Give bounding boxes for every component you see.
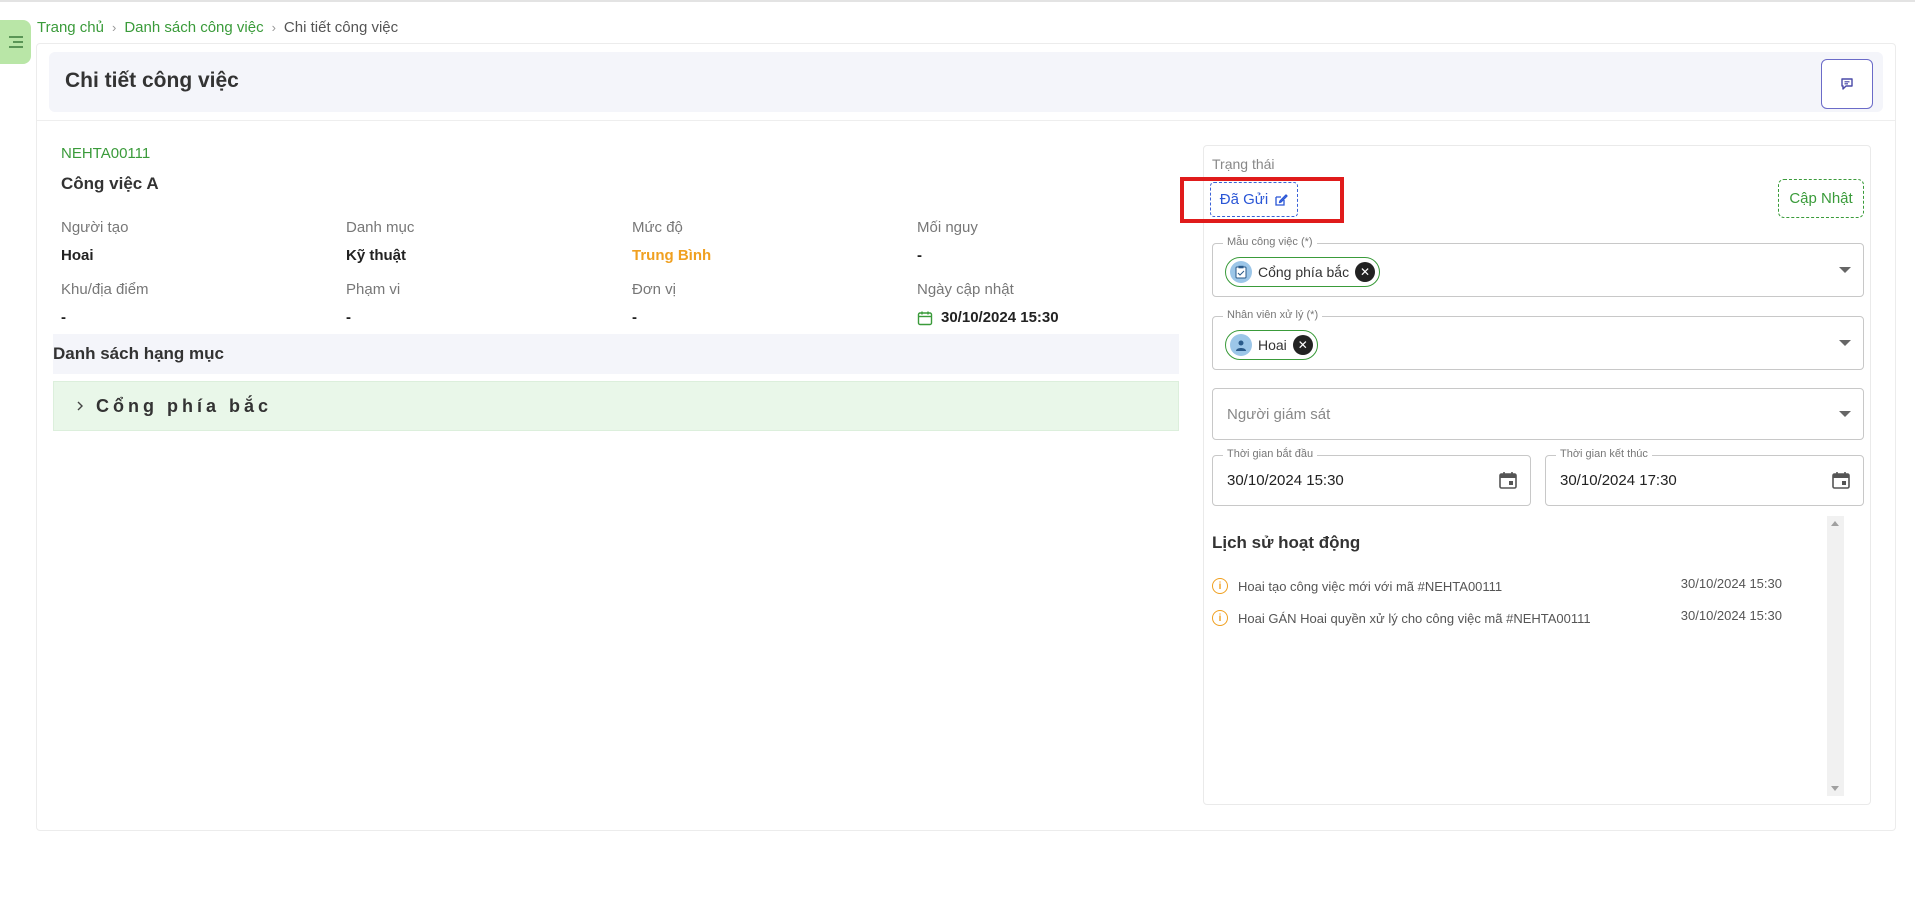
dropdown-arrow-icon[interactable] xyxy=(1839,340,1851,346)
history-item: i Hoai tạo công việc mới với mã #NEHTA00… xyxy=(1212,576,1782,594)
field-value: - xyxy=(632,309,637,326)
task-code: NEHTA00111 xyxy=(61,145,151,162)
top-border xyxy=(0,0,1915,2)
scroll-down-icon[interactable] xyxy=(1831,786,1839,791)
start-date-value: 30/10/2024 15:30 xyxy=(1227,472,1344,489)
clipboard-icon xyxy=(1230,261,1252,283)
unit-field: Đơn vị - xyxy=(632,281,902,326)
section-title: Danh sách hạng mục xyxy=(53,344,224,363)
field-label: Mức độ xyxy=(632,219,683,236)
breadcrumb-home-link[interactable]: Trang chủ xyxy=(37,19,104,36)
task-detail-card: Chi tiết công việc NEHTA00111 Công việc … xyxy=(36,43,1896,831)
dropdown-arrow-icon[interactable] xyxy=(1839,267,1851,273)
chip-label: Cổng phía bắc xyxy=(1258,264,1350,280)
dropdown-arrow-icon[interactable] xyxy=(1839,411,1851,417)
end-date-value: 30/10/2024 17:30 xyxy=(1560,472,1677,489)
history-scrollbar[interactable] xyxy=(1827,516,1844,796)
calendar-icon[interactable] xyxy=(1831,470,1851,490)
category-field: Danh mục Kỹ thuật xyxy=(346,219,616,264)
history-item: i Hoai GÁN Hoai quyền xử lý cho công việ… xyxy=(1212,608,1782,626)
template-chip: Cổng phía bắc ✕ xyxy=(1225,257,1381,287)
divider xyxy=(37,120,1895,121)
end-date-label: Thời gian kết thúc xyxy=(1556,448,1652,460)
calendar-icon xyxy=(917,311,933,325)
field-label: Phạm vi xyxy=(346,281,401,298)
updated-value: 30/10/2024 15:30 xyxy=(917,309,1187,326)
updated-field: Ngày cập nhật 30/10/2024 15:30 xyxy=(917,281,1187,326)
field-label: Mối nguy xyxy=(917,219,978,236)
remove-chip-icon[interactable]: ✕ xyxy=(1355,262,1376,282)
history-title: Lịch sử hoạt động xyxy=(1212,533,1361,552)
start-date-field[interactable]: Thời gian bắt đầu 30/10/2024 15:30 xyxy=(1212,448,1531,506)
items-section-header: Danh sách hạng mục xyxy=(53,334,1179,374)
page-title: Chi tiết công việc xyxy=(65,69,239,92)
chevron-right-icon xyxy=(77,401,83,411)
assignee-label: Nhân viên xử lý (*) xyxy=(1223,309,1323,321)
chevron-right-icon: › xyxy=(271,20,276,35)
status-panel: Trạng thái Đã Gửi Cập Nhật Mẫu công việc… xyxy=(1180,145,1871,805)
field-label: Người tạo xyxy=(61,219,129,236)
level-value: Trung Bình xyxy=(632,247,712,264)
highlight-box xyxy=(1180,177,1344,223)
breadcrumb-list-link[interactable]: Danh sách công việc xyxy=(124,19,263,36)
update-button[interactable]: Cập Nhật xyxy=(1778,179,1864,218)
category-row[interactable]: Cổng phía bắc xyxy=(53,381,1179,431)
menu-lines-icon xyxy=(8,36,23,48)
breadcrumb-current: Chi tiết công việc xyxy=(283,19,399,36)
template-label: Mẫu công việc (*) xyxy=(1223,236,1317,248)
template-select[interactable]: Mẫu công việc (*) Cổng phía bắc ✕ xyxy=(1212,236,1864,297)
category-label: Cổng phía bắc xyxy=(96,395,273,416)
field-label: Danh mục xyxy=(346,219,415,236)
field-value: - xyxy=(346,309,351,326)
chat-icon xyxy=(1841,78,1853,90)
field-value: - xyxy=(61,309,66,326)
location-field: Khu/địa điểm - xyxy=(61,281,331,326)
avatar xyxy=(1230,334,1252,356)
activity-history: Lịch sử hoạt động i Hoai tạo công việc m… xyxy=(1212,516,1852,796)
risk-field: Mối nguy - xyxy=(917,219,1187,264)
creator-field: Người tạo Hoai xyxy=(61,219,331,264)
calendar-icon[interactable] xyxy=(1498,470,1518,490)
page-header: Chi tiết công việc xyxy=(49,52,1883,112)
supervisor-select[interactable]: Người giám sát xyxy=(1212,388,1864,440)
supervisor-placeholder: Người giám sát xyxy=(1227,406,1331,423)
info-icon: i xyxy=(1212,578,1228,594)
breadcrumb: Trang chủ › Danh sách công việc › Chi ti… xyxy=(37,19,398,36)
task-name: Công việc A xyxy=(61,174,159,193)
field-label: Đơn vị xyxy=(632,281,677,298)
chevron-right-icon: › xyxy=(111,20,117,35)
sidebar-toggle-button[interactable] xyxy=(0,20,31,64)
assignee-chip: Hoai ✕ xyxy=(1225,330,1318,360)
field-label: Ngày cập nhật xyxy=(917,281,1014,298)
assignee-select[interactable]: Nhân viên xử lý (*) Hoai ✕ xyxy=(1212,309,1864,370)
level-field: Mức độ Trung Bình xyxy=(632,219,902,264)
chip-label: Hoai xyxy=(1258,337,1287,353)
field-value: - xyxy=(917,247,922,264)
field-value: Hoai xyxy=(61,247,94,264)
status-label: Trạng thái xyxy=(1212,156,1275,172)
start-date-label: Thời gian bắt đầu xyxy=(1223,448,1318,460)
chat-button[interactable] xyxy=(1821,59,1873,109)
field-label: Khu/địa điểm xyxy=(61,281,149,298)
scroll-up-icon[interactable] xyxy=(1831,521,1839,526)
field-value: Kỹ thuật xyxy=(346,247,406,264)
updated-date-text: 30/10/2024 15:30 xyxy=(941,309,1059,326)
history-time: 30/10/2024 15:30 xyxy=(1680,608,1782,623)
end-date-field[interactable]: Thời gian kết thúc 30/10/2024 17:30 xyxy=(1545,448,1864,506)
history-text: Hoai GÁN Hoai quyền xử lý cho công việc … xyxy=(1238,610,1591,626)
history-time: 30/10/2024 15:30 xyxy=(1680,576,1782,591)
scope-field: Phạm vi - xyxy=(346,281,616,326)
remove-chip-icon[interactable]: ✕ xyxy=(1292,335,1313,355)
info-icon: i xyxy=(1212,610,1228,626)
history-text: Hoai tạo công việc mới với mã #NEHTA0011… xyxy=(1238,578,1503,594)
